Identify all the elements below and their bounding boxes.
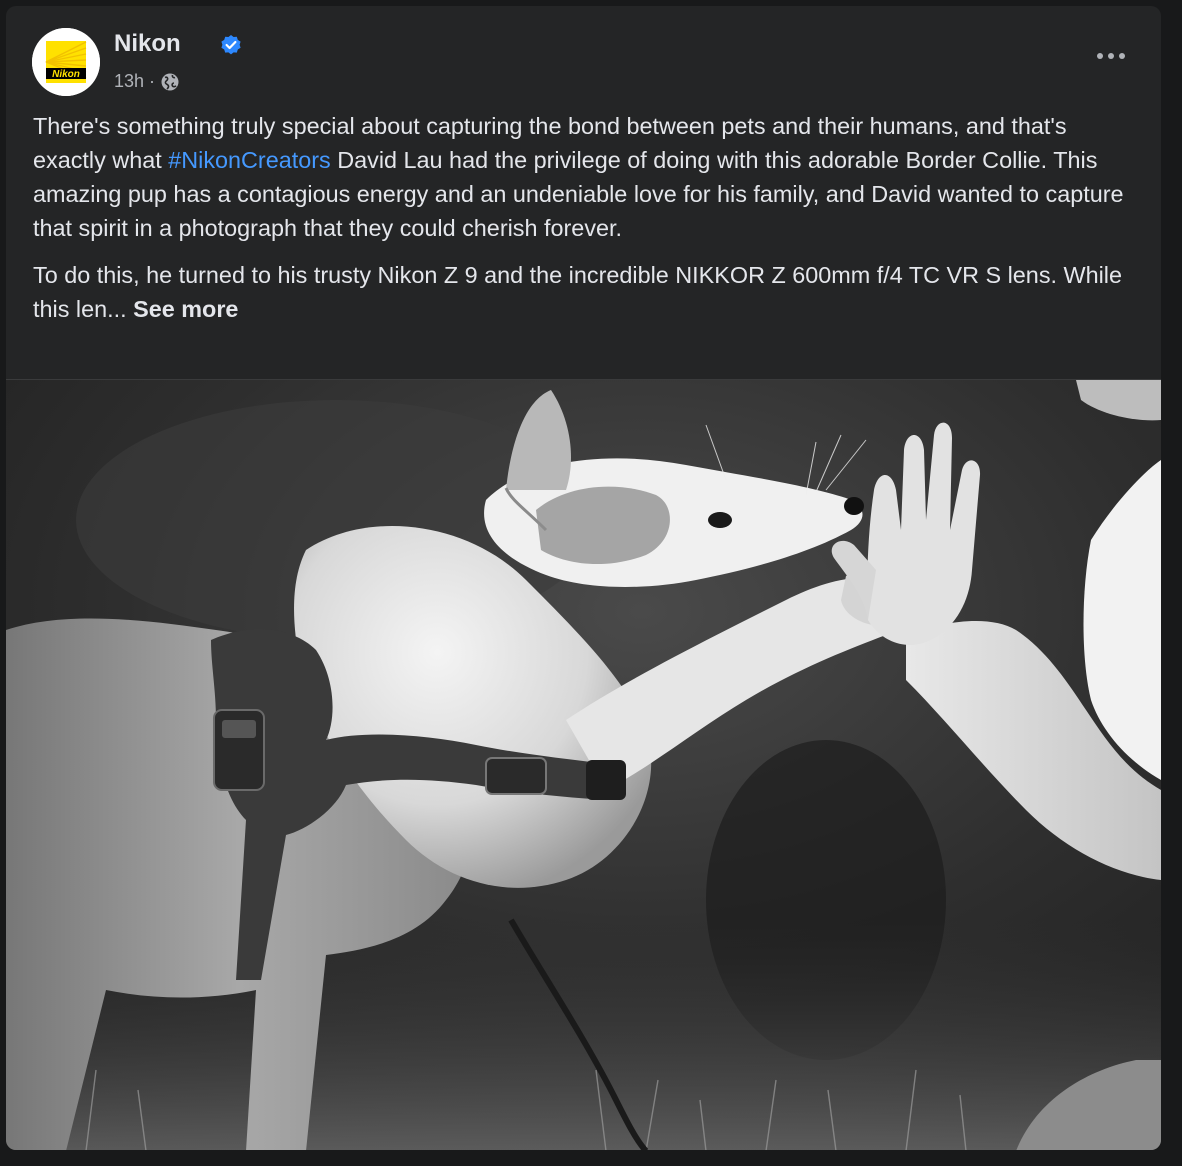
page-name-link[interactable]: Nikon — [114, 30, 181, 58]
hashtag-link[interactable]: #NikonCreators — [168, 147, 331, 173]
meta-separator: · — [149, 70, 156, 91]
post-body: There's something truly special about ca… — [33, 109, 1138, 339]
more-options-button[interactable] — [1087, 36, 1135, 76]
verified-badge-icon — [221, 35, 241, 55]
post-timestamp[interactable]: 13h — [114, 71, 144, 92]
svg-text:Nikon: Nikon — [52, 69, 80, 80]
post-card: Nikon Nikon 13h · There's something trul… — [6, 6, 1161, 1150]
see-more-button[interactable]: See more — [133, 296, 238, 322]
post-photo[interactable] — [6, 379, 1161, 1150]
dog-high-five-photo — [6, 380, 1161, 1150]
post-paragraph-1: There's something truly special about ca… — [33, 109, 1138, 245]
post-meta: 13h · — [114, 70, 180, 92]
post-header: Nikon Nikon 13h · — [32, 26, 1135, 98]
post-paragraph-2: To do this, he turned to his trusty Niko… — [33, 258, 1138, 326]
globe-icon[interactable] — [160, 72, 180, 92]
page-avatar[interactable]: Nikon — [32, 28, 100, 96]
more-horizontal-icon — [1097, 53, 1125, 59]
nikon-logo-icon: Nikon — [32, 28, 100, 96]
